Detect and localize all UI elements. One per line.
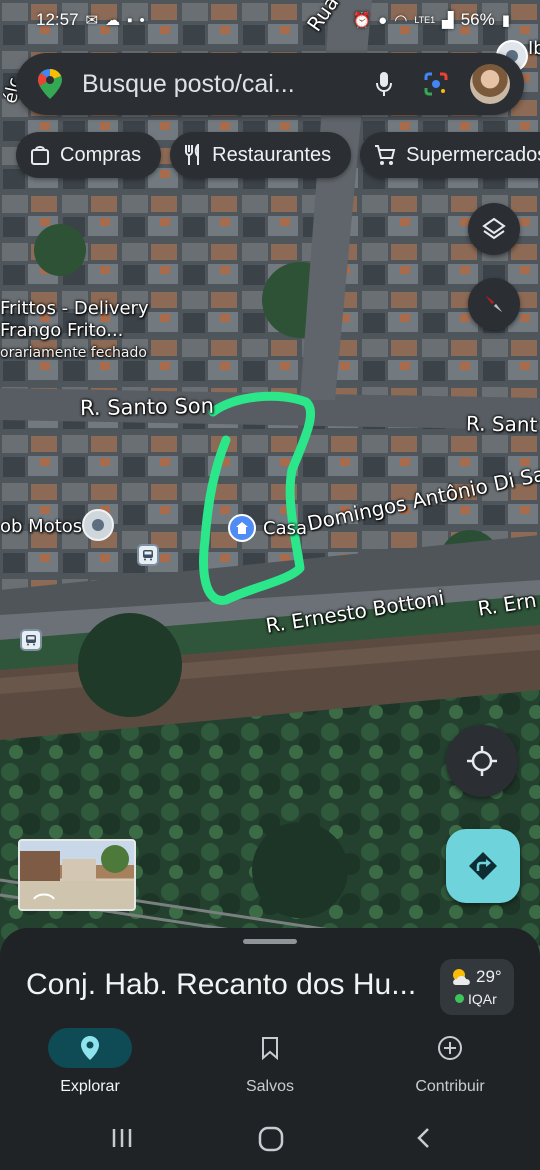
home-pin-icon[interactable] <box>228 514 256 542</box>
chip-label: Supermercados <box>406 143 540 166</box>
shopping-cart-icon <box>375 145 396 165</box>
nav-label: Contribuir <box>415 1078 485 1095</box>
street-view-image <box>20 845 134 909</box>
chip-restaurantes[interactable]: Restaurantes <box>170 132 352 178</box>
mic-icon <box>376 72 392 96</box>
search-input[interactable]: Busque posto/cai... <box>82 70 354 99</box>
clock: 12:57 <box>36 10 79 29</box>
air-quality-label: IQAr <box>468 991 497 1007</box>
my-location-button[interactable] <box>446 725 518 797</box>
partly-cloudy-icon <box>453 969 470 985</box>
chip-compras[interactable]: Compras <box>16 132 162 178</box>
compass-icon <box>486 296 502 312</box>
street-label-santo-b: R. Sant <box>465 411 538 437</box>
alarm-icon: ⏰ <box>352 12 372 29</box>
place-title[interactable]: Conj. Hab. Recanto dos Hu... <box>26 968 416 1002</box>
nav-label: Explorar <box>60 1078 120 1095</box>
chip-supermercados[interactable]: Supermercados <box>360 132 540 178</box>
weather-temp: 29° <box>476 967 502 986</box>
bottom-nav: Explorar Salvos Contribuir <box>0 1022 540 1110</box>
status-bar: 12:57 ✉ ☁ ▪ • ⏰ ● ◠ LTE1 ▟ 56% ▮ <box>0 0 540 40</box>
search-bar[interactable]: Busque posto/cai... <box>16 53 524 115</box>
signal-icon: ▟ <box>442 12 454 29</box>
shopping-bag-icon <box>31 146 49 165</box>
wifi-icon: ◠ <box>394 12 408 29</box>
place-pin-icon <box>81 1036 99 1060</box>
poi-pin-icon[interactable] <box>82 509 114 541</box>
layers-icon <box>482 217 506 240</box>
chip-label: Compras <box>60 143 142 166</box>
nav-icon-container <box>408 1028 492 1068</box>
location-status-icon: ● <box>378 11 388 29</box>
nav-explorar[interactable]: Explorar <box>0 1022 180 1110</box>
lens-button[interactable] <box>414 62 458 106</box>
directions-icon <box>469 852 497 880</box>
back-icon[interactable] <box>412 1126 436 1150</box>
home-icon[interactable] <box>258 1126 284 1152</box>
notification-icon: ☁ <box>105 12 121 29</box>
nav-icon-container <box>228 1028 312 1068</box>
message-icon: ▪ <box>127 11 133 29</box>
weather-chip[interactable]: 29° IQAr <box>440 959 514 1015</box>
account-avatar[interactable] <box>470 64 510 104</box>
sheet-drag-handle[interactable] <box>243 939 297 944</box>
crosshair-icon <box>467 746 497 776</box>
air-quality-dot-icon <box>455 994 464 1003</box>
add-circle-icon <box>438 1036 462 1060</box>
battery-percent: 56% <box>460 10 495 29</box>
poi-name-motos[interactable]: ob Motos <box>0 516 82 537</box>
network-label: LTE1 <box>414 15 436 25</box>
category-chips: Compras Restaurantes Supermercados <box>16 132 540 178</box>
poi-status: orariamente fechado <box>0 345 147 361</box>
bus-stop-icon[interactable] <box>20 629 42 651</box>
layers-button[interactable] <box>468 203 520 255</box>
system-nav-bar <box>0 1110 540 1170</box>
compass-button[interactable] <box>468 278 520 330</box>
side-label: Ib <box>528 38 540 59</box>
recent-apps-icon[interactable] <box>110 1126 134 1150</box>
nav-contribuir[interactable]: Contribuir <box>360 1022 540 1110</box>
nav-label: Salvos <box>245 1078 295 1095</box>
gmail-icon: ✉ <box>85 12 99 29</box>
google-lens-icon <box>424 72 448 96</box>
bus-stop-icon[interactable] <box>137 544 159 566</box>
restaurant-icon <box>185 144 200 165</box>
voice-search-button[interactable] <box>362 62 406 106</box>
casa-label[interactable]: Casa <box>263 518 307 539</box>
chip-label: Restaurantes <box>212 143 332 166</box>
bookmark-icon <box>262 1037 278 1060</box>
nav-icon-container <box>48 1028 132 1068</box>
google-maps-logo-icon <box>38 69 62 99</box>
nav-salvos[interactable]: Salvos <box>180 1022 360 1110</box>
poi-name-frittos[interactable]: Frittos - Delivery Frango Frito... <box>0 298 149 342</box>
street-view-thumbnail[interactable] <box>18 839 136 911</box>
directions-button[interactable] <box>446 829 520 903</box>
more-dot-icon: • <box>139 11 145 29</box>
battery-icon: ▮ <box>501 12 510 29</box>
street-label-santo-a: R. Santo Son <box>79 393 215 421</box>
